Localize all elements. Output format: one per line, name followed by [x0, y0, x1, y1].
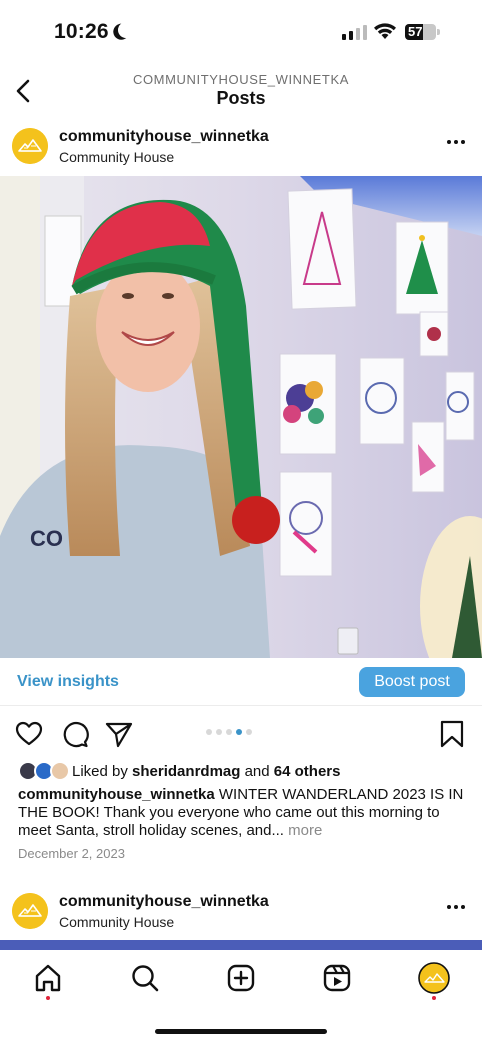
share-icon[interactable] — [105, 720, 133, 748]
home-indicator — [155, 1029, 327, 1034]
post-display-name: Community House — [59, 914, 175, 930]
post-actions — [0, 716, 482, 752]
post-username[interactable]: communityhouse_winnetka — [59, 893, 269, 911]
post-caption: communityhouse_winnetka WINTER WANDERLAN… — [18, 786, 468, 840]
carousel-dot — [206, 729, 212, 735]
profile-avatar-icon[interactable] — [418, 962, 450, 994]
caption-username[interactable]: communityhouse_winnetka — [18, 786, 215, 803]
carousel-indicator — [206, 729, 252, 735]
likes-text: Liked by sheridanrdmag and 64 others — [72, 763, 341, 780]
carousel-dot — [226, 729, 232, 735]
reels-icon[interactable] — [322, 963, 352, 993]
home-notification-dot — [46, 996, 50, 1000]
account-label: COMMUNITYHOUSE_WINNETKA — [132, 72, 350, 87]
post-date: December 2, 2023 — [18, 846, 125, 861]
carousel-dot — [246, 729, 252, 735]
home-icon[interactable] — [33, 963, 63, 993]
post-photo-illustration: CO ni — [0, 176, 482, 658]
post-image[interactable]: CO ni — [0, 176, 482, 658]
avatar[interactable] — [12, 893, 48, 929]
likes-count[interactable]: 64 others — [274, 763, 341, 780]
likes-conjunction: and — [244, 763, 270, 780]
wifi-icon — [374, 23, 396, 39]
nav-header: COMMUNITYHOUSE_WINNETKA Posts — [0, 64, 482, 120]
comment-icon[interactable] — [61, 720, 89, 748]
moon-icon — [116, 20, 137, 41]
likes-prefix: Liked by — [72, 763, 128, 780]
liker-avatar — [50, 761, 70, 781]
more-options-icon[interactable] — [446, 136, 466, 148]
bookmark-icon[interactable] — [438, 720, 466, 748]
boost-post-button[interactable]: Boost post — [359, 667, 465, 697]
post-display-name: Community House — [59, 149, 175, 165]
status-time: 10:26 — [54, 20, 109, 43]
battery-icon: 57 — [405, 24, 436, 40]
insights-row: View insights Boost post — [0, 660, 482, 706]
carousel-dot — [216, 729, 222, 735]
profile-notification-dot — [432, 996, 436, 1000]
page-title: Posts — [216, 88, 266, 108]
community-house-logo-icon — [12, 893, 48, 929]
caption-more-link[interactable]: more — [288, 822, 322, 839]
post-username[interactable]: communityhouse_winnetka — [59, 128, 269, 146]
view-insights-link[interactable]: View insights — [17, 673, 119, 691]
cellular-signal-icon — [342, 24, 367, 40]
tab-bar — [0, 950, 482, 1043]
avatar[interactable] — [12, 128, 48, 164]
status-bar: 10:26 57 — [0, 0, 482, 64]
create-icon[interactable] — [226, 963, 256, 993]
battery-cap — [437, 29, 440, 35]
community-house-logo-icon — [12, 128, 48, 164]
heart-icon[interactable] — [15, 720, 43, 748]
battery-percent: 57 — [408, 24, 423, 39]
liker-username[interactable]: sheridanrdmag — [132, 763, 240, 780]
more-options-icon[interactable] — [446, 901, 466, 913]
carousel-dot-active — [236, 729, 242, 735]
search-icon[interactable] — [130, 963, 160, 993]
liker-avatars — [18, 761, 72, 781]
likes-row[interactable]: Liked by sheridanrdmag and 64 others — [0, 760, 482, 784]
next-post-image[interactable] — [0, 940, 482, 950]
